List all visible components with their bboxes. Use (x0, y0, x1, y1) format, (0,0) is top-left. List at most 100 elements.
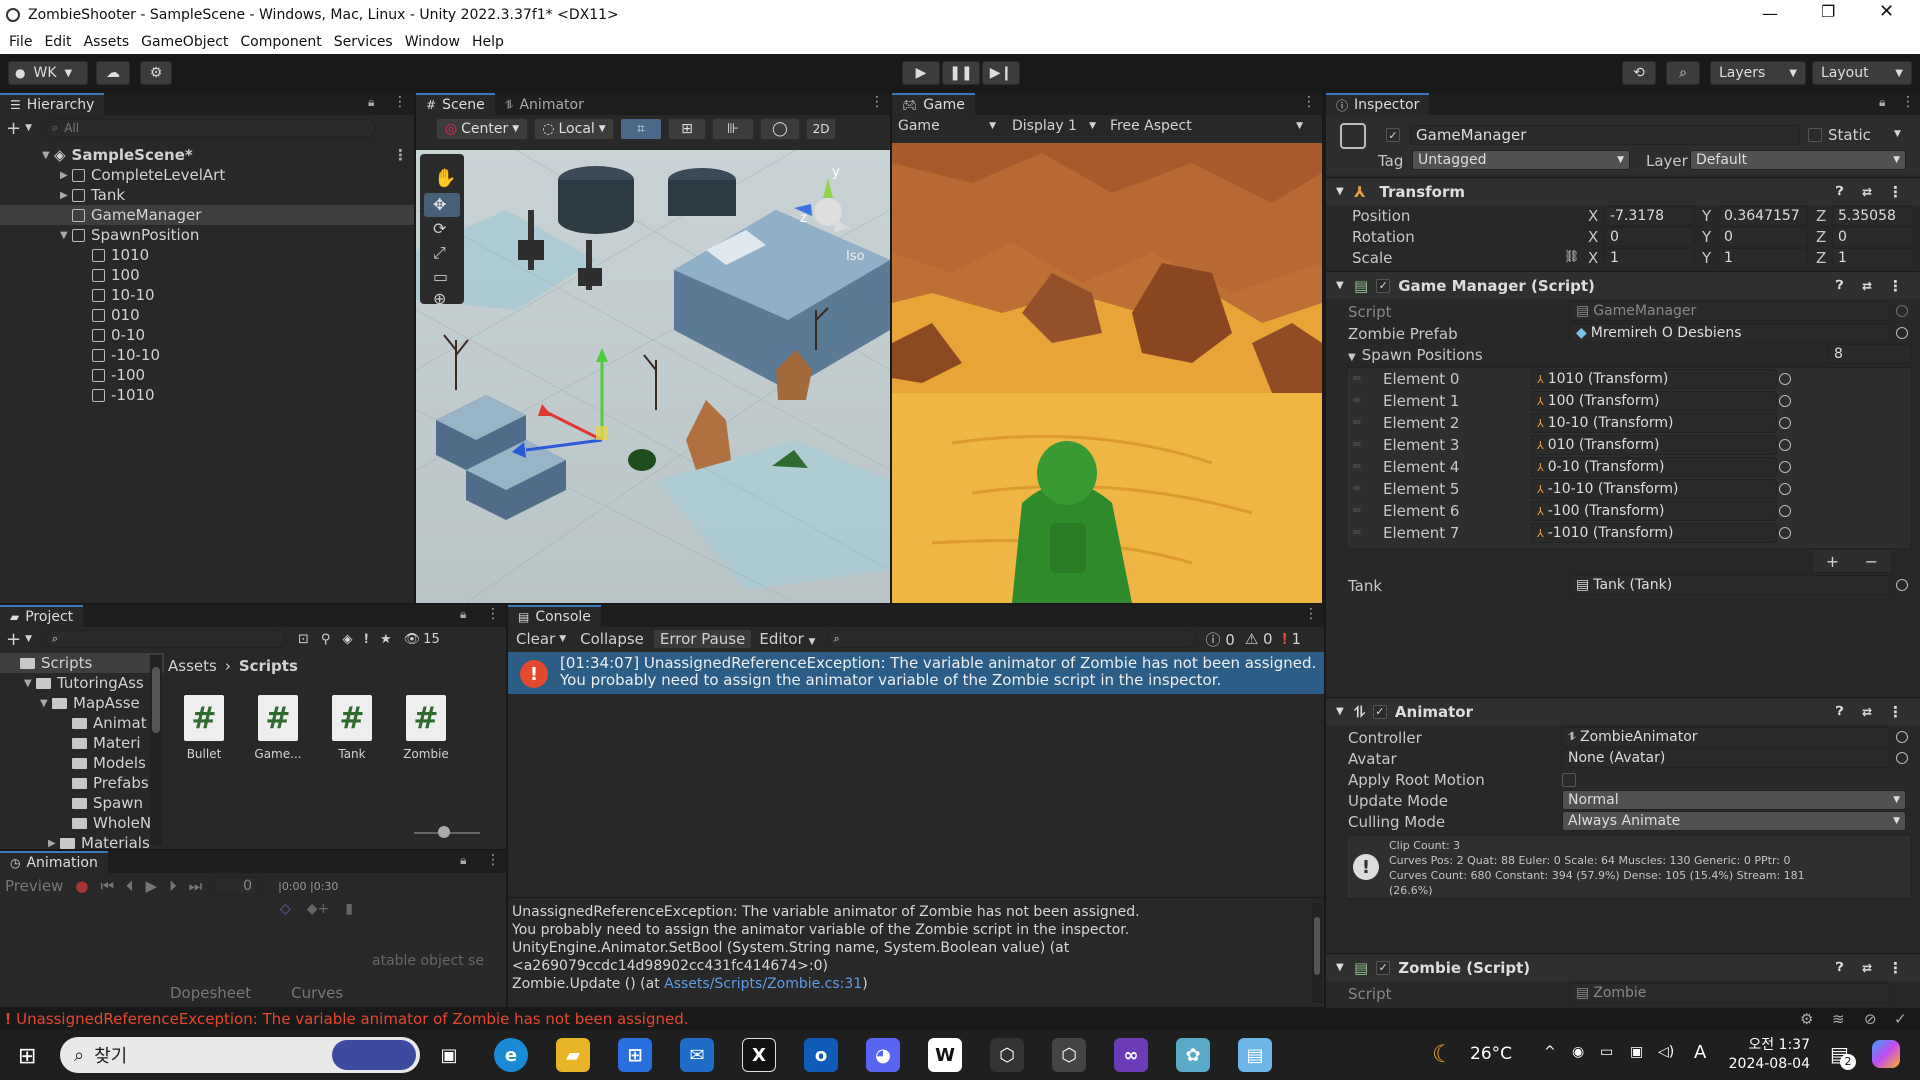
record-icon[interactable]: ● (75, 877, 88, 895)
menu-window[interactable]: Window (405, 34, 460, 50)
lock-icon[interactable]: 🔒︎ (1879, 95, 1885, 110)
tag-icon[interactable]: ◈ (342, 632, 352, 647)
rotation-y-field[interactable]: 0 (1718, 227, 1808, 247)
static-checkbox[interactable] (1808, 128, 1822, 142)
rotate-tool-icon[interactable]: ⟳ (433, 219, 447, 238)
active-checkbox[interactable]: ✓ (1386, 128, 1400, 142)
gamemanager-header[interactable]: ▼ ▤ ✓ Game Manager (Script) ❓︎ ⇄ ⋮ (1326, 271, 1920, 299)
chevron-down-icon[interactable]: ▼ (559, 634, 566, 644)
menu-help[interactable]: Help (472, 34, 504, 50)
object-picker-icon[interactable] (1779, 439, 1791, 451)
collapse-button[interactable]: Collapse (576, 630, 648, 648)
rotation-x-field[interactable]: 0 (1604, 227, 1694, 247)
clock[interactable]: 오전 1:37 2024-08-04 (1720, 1036, 1810, 1074)
event-marker-icon[interactable]: ▮ (345, 901, 353, 917)
transform-header[interactable]: ▼ ⅄ Transform ❓︎ ⇄ ⋮ (1326, 177, 1920, 205)
spawn-count-field[interactable]: 8 (1828, 344, 1912, 364)
menu-gameobject[interactable]: GameObject (141, 34, 228, 50)
project-tree-item[interactable]: ▼ MapAsse (0, 693, 164, 713)
layer-dropdown[interactable]: Default ▼ (1690, 150, 1906, 170)
pinwheel-app-icon[interactable]: ✿ (1176, 1038, 1210, 1072)
position-z-field[interactable]: 5.35058 (1832, 206, 1914, 226)
spawn-positions-foldout[interactable]: ▼ Spawn Positions (1348, 346, 1483, 364)
list-item[interactable]: 100 (0, 265, 414, 285)
element-field[interactable]: ⅄ -10-10 (Transform) (1531, 479, 1777, 499)
collapse-arrow-icon[interactable]: ▶ (60, 170, 72, 181)
tray-chevron-icon[interactable]: ^ (1544, 1044, 1556, 1060)
add-icon[interactable]: + (6, 629, 21, 650)
list-item[interactable]: 10-10 (0, 285, 414, 305)
account-button[interactable]: ● WK ▼ (8, 61, 88, 85)
position-y-field[interactable]: 0.3647157 (1718, 206, 1808, 226)
stacktrace-link[interactable]: Assets/Scripts/Zombie.cs:31 (664, 976, 862, 992)
notepad-icon[interactable]: ▤ (1238, 1038, 1272, 1072)
chevron-down-icon[interactable]: ▼ (25, 634, 32, 644)
discord-icon[interactable]: ◕ (866, 1038, 900, 1072)
game-viewport[interactable] (892, 143, 1322, 603)
move-tool-icon[interactable]: ✥ (433, 195, 446, 214)
tab-inspector[interactable]: ⓘ Inspector (1326, 93, 1430, 115)
kebab-menu-icon[interactable]: ⋮ (393, 94, 407, 110)
visual-studio-icon[interactable]: ∞ (1114, 1038, 1148, 1072)
drag-handle-icon[interactable]: ═ (1353, 459, 1360, 473)
project-tree-item[interactable]: Models (0, 753, 164, 773)
lock-icon[interactable]: 🔒︎ (460, 853, 466, 868)
scale-z-field[interactable]: 1 (1832, 248, 1914, 268)
object-picker-icon[interactable] (1779, 461, 1791, 473)
project-tree-item[interactable]: Animat (0, 713, 164, 733)
animator-header[interactable]: ▼ ⥮ ✓ Animator ❓︎ ⇄ ⋮ (1326, 697, 1920, 725)
slider-thumb[interactable] (438, 826, 450, 838)
error-pause-button[interactable]: Error Pause (653, 630, 752, 648)
object-picker-icon[interactable] (1896, 731, 1908, 743)
scale-x-field[interactable]: 1 (1604, 248, 1694, 268)
component-enabled-checkbox[interactable]: ✓ (1376, 960, 1391, 975)
kebab-menu-icon[interactable]: ⋮ (393, 146, 408, 164)
expand-arrow-icon[interactable]: ▼ (42, 150, 54, 161)
windows-start-icon[interactable]: ⊞ (18, 1044, 36, 1069)
expand-arrow-icon[interactable]: ▼ (1336, 186, 1354, 197)
search-by-label-icon[interactable]: ⚲ (321, 632, 331, 647)
network-icon[interactable]: ▣ (1630, 1044, 1643, 1060)
help-icon[interactable]: ❓︎ (1836, 960, 1843, 975)
mail-icon[interactable]: ✉ (680, 1038, 714, 1072)
increment-snap-button[interactable]: ⊪ (712, 118, 754, 140)
tab-scene[interactable]: # Scene (416, 93, 495, 115)
component-enabled-checkbox[interactable]: ✓ (1372, 704, 1387, 719)
log-filter-button[interactable]: ⓘ 0 (1205, 629, 1234, 650)
tab-hierarchy[interactable]: ☰ Hierarchy (0, 93, 105, 115)
tab-animator[interactable]: ⥮ Animator (494, 93, 594, 115)
weather-icon[interactable]: ☾ (1432, 1040, 1454, 1068)
eye-icon[interactable]: 👁︎ (404, 632, 421, 647)
apply-root-motion-checkbox[interactable] (1562, 773, 1576, 787)
drag-handle-icon[interactable]: ═ (1353, 481, 1360, 495)
layers-dropdown[interactable]: Layers ▼ (1710, 61, 1806, 85)
element-field[interactable]: ⅄ 1010 (Transform) (1531, 369, 1777, 389)
file-explorer-icon[interactable]: ▰ (556, 1038, 590, 1072)
scrollbar-thumb[interactable] (152, 667, 160, 733)
list-item[interactable]: -10-10 (0, 345, 414, 365)
space-dropdown[interactable]: ◌ Local ▼ (534, 118, 614, 140)
element-field[interactable]: ⅄ -100 (Transform) (1531, 501, 1777, 521)
drag-handle-icon[interactable]: ═ (1353, 503, 1360, 517)
avatar-field[interactable]: None (Avatar) (1562, 748, 1890, 768)
project-search-input[interactable]: ⌕ (46, 630, 287, 648)
weather-temp[interactable]: 26°C (1470, 1044, 1512, 1064)
console-entry-selected[interactable]: ! [01:34:07] UnassignedReferenceExceptio… (508, 652, 1324, 694)
preset-icon[interactable]: ⇄ (1862, 279, 1872, 293)
check-icon[interactable]: ✓ (1894, 1010, 1907, 1028)
close-button[interactable]: ✕ (1879, 1, 1894, 22)
scale-tool-icon[interactable]: ⤢ (433, 243, 446, 262)
list-item[interactable]: ▶ CompleteLevelArt (0, 165, 414, 185)
add-element-button[interactable]: + (1826, 552, 1839, 571)
task-view-icon[interactable]: ▣ (432, 1038, 466, 1072)
list-item[interactable]: 010 (0, 305, 414, 325)
rect-tool-icon[interactable]: ▭ (433, 267, 448, 286)
tab-curves[interactable]: Curves (291, 984, 343, 1002)
position-x-field[interactable]: -7.3178 (1604, 206, 1694, 226)
object-name-field[interactable]: GameManager (1410, 125, 1800, 145)
object-picker-icon[interactable] (1779, 483, 1791, 495)
toggle-2d-button[interactable]: 2D (806, 118, 836, 140)
pivot-dropdown[interactable]: ◎ Center ▼ (436, 118, 528, 140)
help-icon[interactable]: ❓︎ (1836, 184, 1843, 199)
object-picker-icon[interactable] (1779, 417, 1791, 429)
